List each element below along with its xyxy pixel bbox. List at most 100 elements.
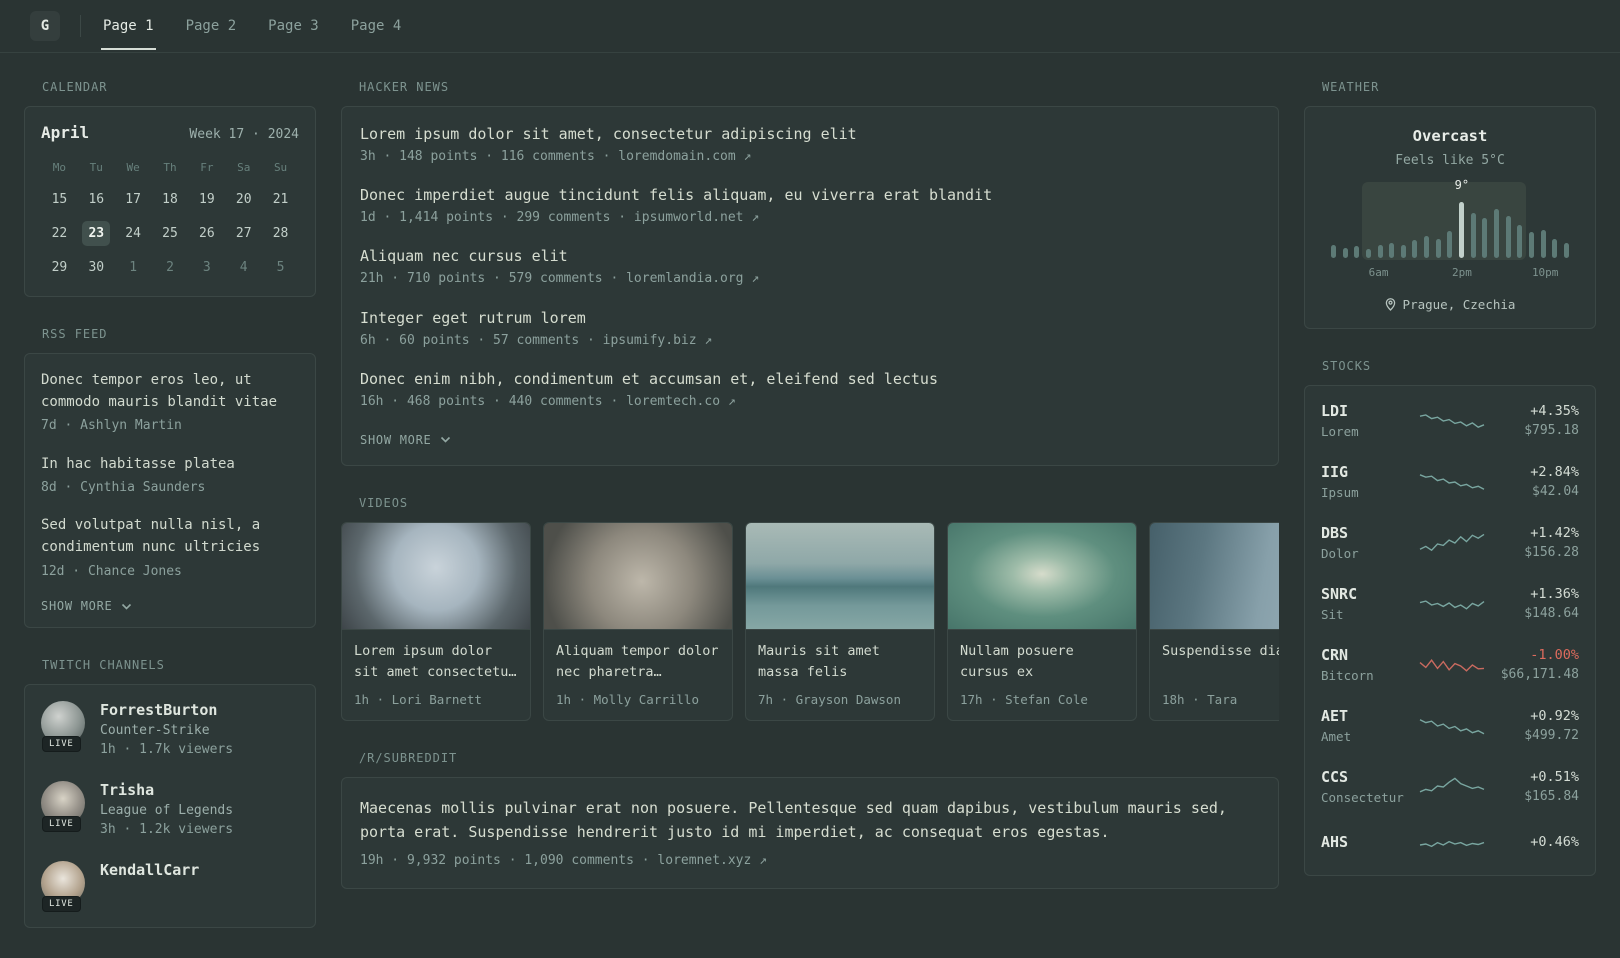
chevron-down-icon xyxy=(440,437,450,444)
calendar-day-next-month: 3 xyxy=(202,260,211,275)
video-title: Lorem ipsum dolor sit amet consectetu… xyxy=(354,642,517,680)
hn-item-meta: 21h · 710 points · 579 comments · loreml… xyxy=(360,271,760,287)
live-badge: LIVE xyxy=(42,816,81,833)
rss-item: Donec tempor eros leo, ut commodo mauris… xyxy=(41,370,299,436)
hackernews-widget: HACKER NEWS Lorem ipsum dolor sit amet, … xyxy=(341,80,1279,466)
hn-item-title[interactable]: Aliquam nec cursus elit xyxy=(360,247,1260,265)
rss-item-title[interactable]: In hac habitasse platea xyxy=(41,454,299,476)
stock-change: +1.42% xyxy=(1530,525,1579,541)
live-badge: LIVE xyxy=(42,896,81,913)
subreddit-card: Maecenas mollis pulvinar erat non posuer… xyxy=(341,776,1279,890)
stock-change: +2.84% xyxy=(1530,464,1579,480)
calendar-day-next-month: 4 xyxy=(239,260,248,275)
video-card[interactable]: Lorem ipsum dolor sit amet consectetu… 1… xyxy=(341,521,531,721)
rss-item-title[interactable]: Sed volutpat nulla nisl, a condimentum n… xyxy=(41,515,299,558)
calendar-grid: Mo Tu We Th Fr Sa Su 15 16 17 18 19 20 2… xyxy=(41,158,299,280)
page-tabs: Page 1 Page 2 Page 3 Page 4 xyxy=(101,2,431,50)
video-card[interactable]: Suspendisse diam 18h · Tara xyxy=(1149,521,1279,721)
calendar-day-next-month: 2 xyxy=(166,260,174,275)
hn-item: Donec enim nibh, condimentum et accumsan… xyxy=(360,370,1260,411)
hackernews-card: Lorem ipsum dolor sit amet, consectetur … xyxy=(341,106,1279,466)
stock-row[interactable]: AET Amet +0.92% $499.72 xyxy=(1321,695,1579,756)
stock-id: AET Amet xyxy=(1321,707,1409,744)
calendar-day: 29 xyxy=(51,260,68,275)
video-title: Suspendisse diam xyxy=(1162,642,1279,659)
stock-row[interactable]: CCS Consectetur +0.51% $165.84 xyxy=(1321,756,1579,817)
channel-name[interactable]: Trisha xyxy=(100,781,233,799)
stock-row[interactable]: DBS Dolor +1.42% $156.28 xyxy=(1321,512,1579,573)
stock-row[interactable]: IIG Ipsum +2.84% $42.04 xyxy=(1321,451,1579,512)
stock-row[interactable]: SNRC Sit +1.36% $148.64 xyxy=(1321,573,1579,634)
video-card[interactable]: Mauris sit amet massa felis 7h · Grayson… xyxy=(745,521,935,721)
video-title: Aliquam tempor dolor nec pharetra… xyxy=(556,642,719,680)
twitch-widget-title: TWITCH CHANNELS xyxy=(42,658,165,672)
stock-row[interactable]: CRN Bitcorn -1.00% $66,171.48 xyxy=(1321,634,1579,695)
calendar-month: April xyxy=(41,123,90,142)
rss-show-more-label: SHOW MORE xyxy=(41,599,113,613)
stock-values: -1.00% $66,171.48 xyxy=(1495,647,1579,682)
stock-sparkline xyxy=(1419,533,1485,551)
stock-id: SNRC Sit xyxy=(1321,585,1409,622)
stock-symbol: CRN xyxy=(1321,646,1349,664)
video-card[interactable]: Aliquam tempor dolor nec pharetra… 1h · … xyxy=(543,521,733,721)
tab-page-3[interactable]: Page 3 xyxy=(266,2,321,50)
stock-name: Dolor xyxy=(1321,546,1359,561)
weather-card: Overcast Feels like 5°C 9° 6am 2pm 10pm Pr… xyxy=(1304,106,1596,329)
hn-show-more-button[interactable]: SHOW MORE xyxy=(360,433,451,447)
left-column: CALENDAR April Week 17 · 2024 Mo Tu We T… xyxy=(24,80,316,958)
hn-item-title[interactable]: Lorem ipsum dolor sit amet, consectetur … xyxy=(360,125,1260,143)
hn-item-meta: 3h · 148 points · 116 comments · loremdo… xyxy=(360,149,752,164)
calendar-day-next-month: 1 xyxy=(129,260,138,275)
avatar: LIVE xyxy=(41,701,85,752)
rss-show-more-button[interactable]: SHOW MORE xyxy=(41,599,132,613)
calendar-day-header: We xyxy=(126,161,140,174)
stock-sparkline xyxy=(1419,473,1485,490)
video-thumbnail xyxy=(1150,522,1279,630)
hn-item-title[interactable]: Donec imperdiet augue tincidunt felis al… xyxy=(360,186,1260,204)
stock-symbol: AHS xyxy=(1321,833,1349,851)
app-logo[interactable]: G xyxy=(30,11,60,41)
twitch-channel[interactable]: LIVE KendallCarr xyxy=(41,861,299,913)
stock-sparkline xyxy=(1419,658,1485,672)
stock-sparkline xyxy=(1419,777,1485,792)
twitch-channel[interactable]: LIVE ForrestBurton Counter-Strike 1h · 1… xyxy=(41,701,299,759)
channel-meta: 3h · 1.2k viewers xyxy=(100,822,234,838)
stock-values: +4.35% $795.18 xyxy=(1495,403,1579,438)
twitch-channel[interactable]: LIVE Trisha League of Legends 3h · 1.2k … xyxy=(41,781,299,839)
video-row: Lorem ipsum dolor sit amet consectetu… 1… xyxy=(341,521,1279,721)
calendar-day: 19 xyxy=(199,192,215,207)
calendar-day: 28 xyxy=(272,226,289,241)
hn-item-meta: 6h · 60 points · 57 comments · ipsumify.… xyxy=(360,332,713,348)
stock-price: $42.04 xyxy=(1532,484,1579,499)
stock-row[interactable]: AHS +0.46% xyxy=(1321,817,1579,871)
subreddit-post-title[interactable]: Maecenas mollis pulvinar erat non posuer… xyxy=(360,796,1260,844)
rss-item: Sed volutpat nulla nisl, a condimentum n… xyxy=(41,515,299,581)
stock-price: $156.28 xyxy=(1524,545,1579,560)
calendar-day: 17 xyxy=(125,192,141,207)
channel-name[interactable]: ForrestBurton xyxy=(100,701,233,719)
stock-name: Bitcorn xyxy=(1321,668,1374,683)
calendar-day: 20 xyxy=(235,192,252,207)
calendar-day: 27 xyxy=(235,226,252,241)
channel-info: KendallCarr xyxy=(100,861,199,905)
twitch-widget: TWITCH CHANNELS LIVE ForrestBurton Count… xyxy=(24,658,316,929)
video-card[interactable]: Nullam posuere cursus ex 17h · Stefan Co… xyxy=(947,521,1137,721)
channel-name[interactable]: KendallCarr xyxy=(100,861,199,879)
calendar-day-selected: 23 xyxy=(82,221,111,246)
calendar-day-header: Fr xyxy=(200,161,214,174)
hn-item-title[interactable]: Donec enim nibh, condimentum et accumsan… xyxy=(360,370,1260,388)
stock-sparkline xyxy=(1419,840,1485,848)
stocks-card: LDI Lorem +4.35% $795.18 IIG Ipsum +2.84… xyxy=(1304,385,1596,876)
stock-row[interactable]: LDI Lorem +4.35% $795.18 xyxy=(1321,390,1579,451)
twitch-card: LIVE ForrestBurton Counter-Strike 1h · 1… xyxy=(24,684,316,929)
tab-page-2[interactable]: Page 2 xyxy=(184,2,239,50)
hn-show-more-label: SHOW MORE xyxy=(360,432,432,447)
rss-item-title[interactable]: Donec tempor eros leo, ut commodo mauris… xyxy=(41,370,299,413)
tab-page-1[interactable]: Page 1 xyxy=(101,2,156,50)
stock-values: +0.46% xyxy=(1495,834,1579,854)
hn-item-title[interactable]: Integer eget rutrum lorem xyxy=(360,309,1260,327)
calendar-day: 22 xyxy=(51,226,68,241)
tab-page-4[interactable]: Page 4 xyxy=(349,2,404,50)
video-thumbnail xyxy=(342,522,530,630)
calendar-day-header: Tu xyxy=(89,161,103,174)
